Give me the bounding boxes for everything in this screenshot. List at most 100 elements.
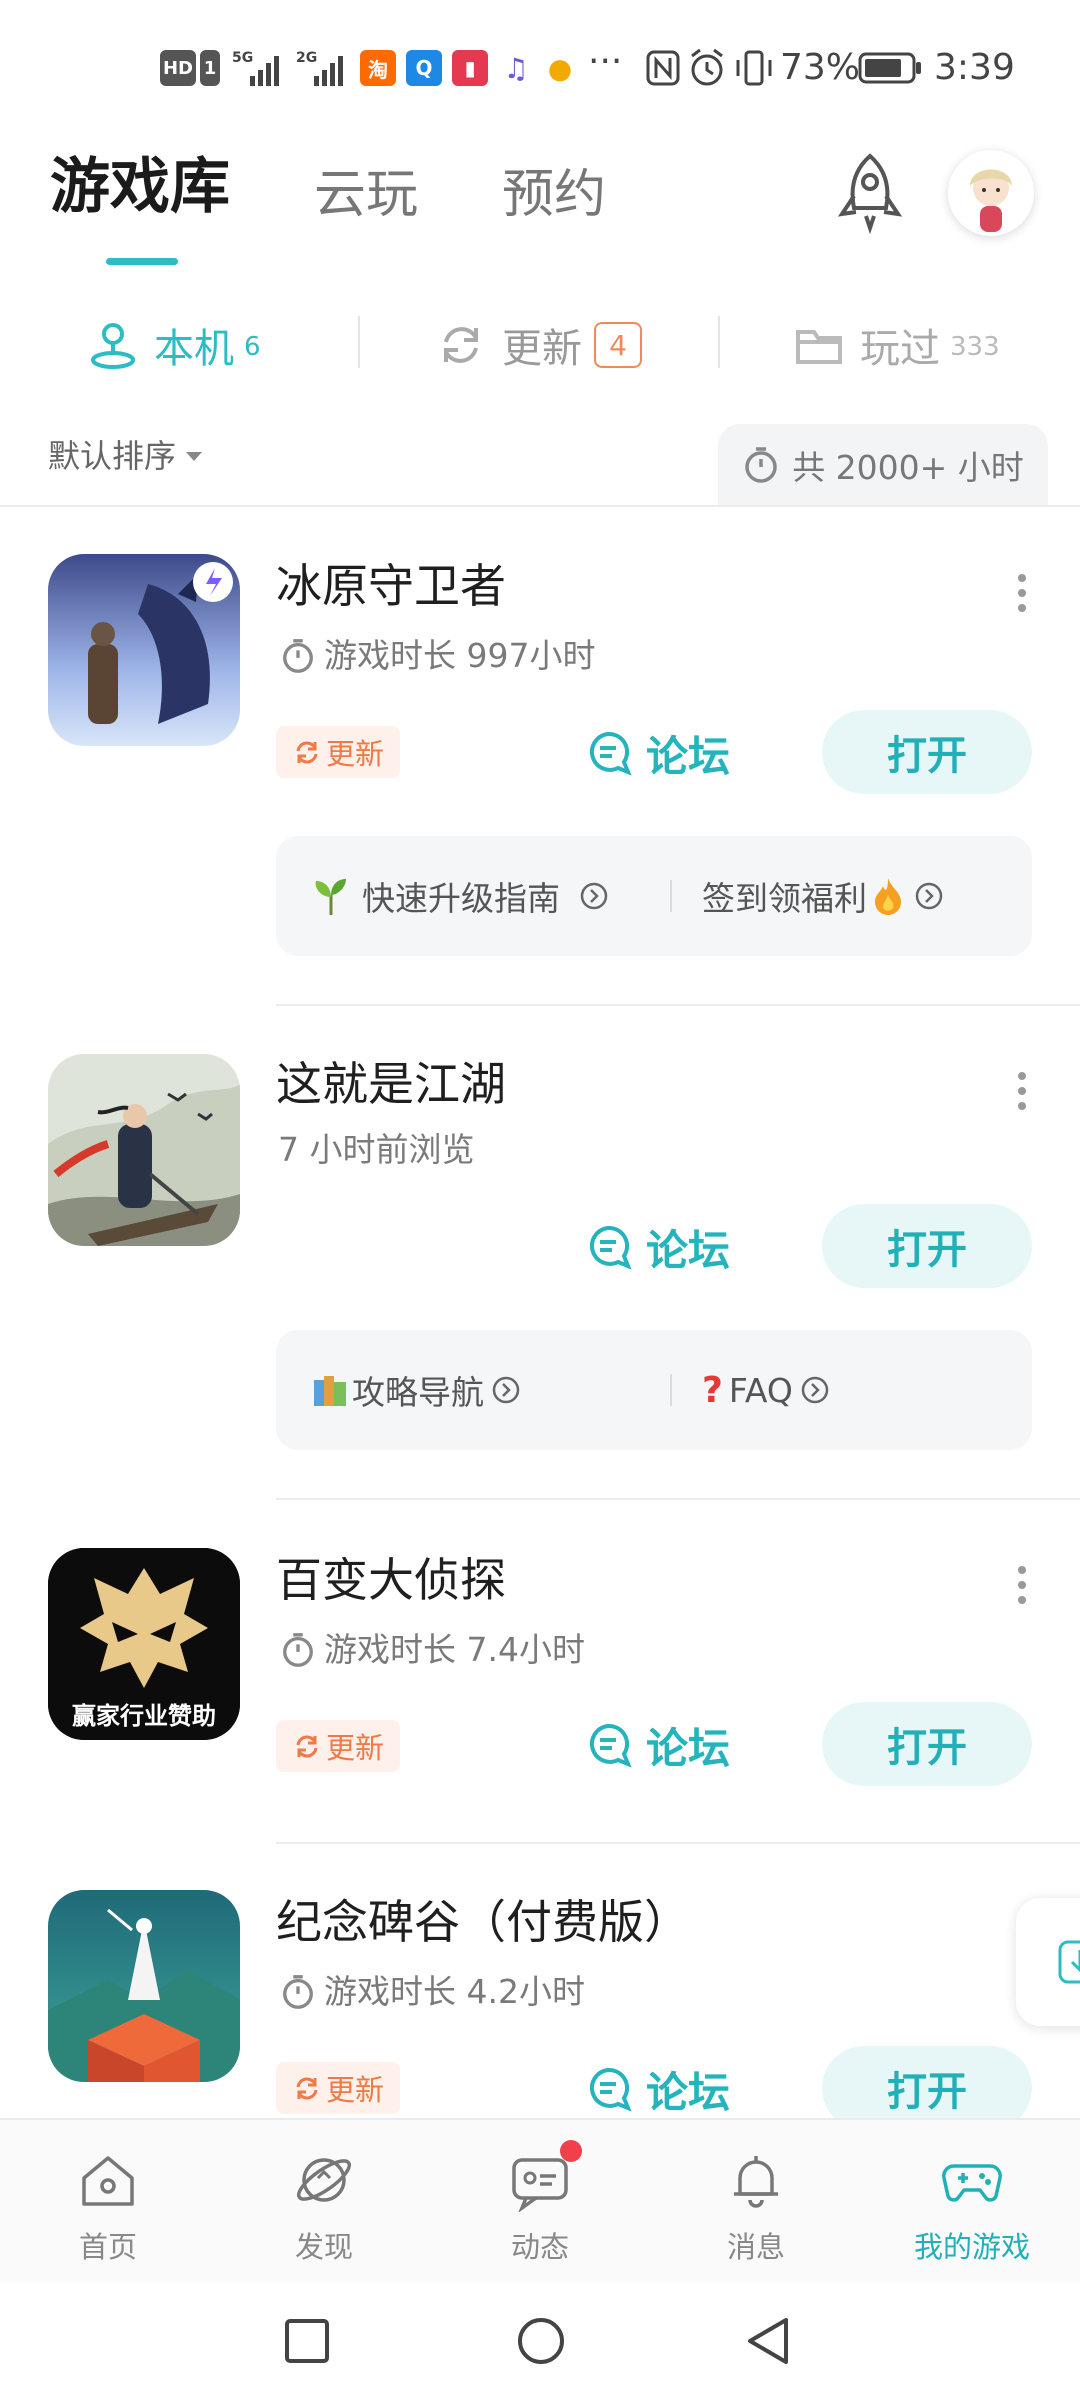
quick-link-faq[interactable]: ? FAQ — [702, 1330, 831, 1450]
game-name[interactable]: 百变大侦探 — [276, 1550, 506, 1610]
quick-link-strategy-label: 攻略导航 — [352, 1373, 484, 1412]
avatar[interactable] — [948, 150, 1034, 236]
subtab-played-count: 333 — [950, 332, 1000, 362]
floating-download-button[interactable] — [1016, 1898, 1080, 2026]
tab-reservation[interactable]: 预约 — [502, 160, 606, 230]
sort-dropdown[interactable]: 默认排序 — [48, 434, 206, 478]
game-playtime: 游戏时长 4.2小时 — [280, 1970, 585, 2014]
nav-feed-label: 动态 — [510, 2230, 569, 2264]
nav-home-label: 首页 — [78, 2230, 137, 2264]
rocket-icon[interactable] — [830, 150, 910, 234]
game-last-viewed-text: 7 小时前浏览 — [278, 1130, 475, 1169]
folder-icon — [796, 330, 842, 364]
bell-icon — [734, 2156, 778, 2208]
gamepad-icon — [942, 2164, 1002, 2202]
timer-icon — [745, 447, 777, 483]
chevron-circle-icon — [801, 1376, 829, 1404]
subtab-update[interactable]: 更新 4 — [434, 310, 642, 380]
back-icon[interactable] — [744, 2316, 792, 2366]
nav-discover[interactable]: 发现 — [216, 2120, 432, 2284]
nfc-icon — [646, 50, 680, 86]
forum-icon — [590, 731, 632, 776]
game-playtime: 游戏时长 997小时 — [280, 634, 595, 678]
total-playtime-text: 共 2000+ 小时 — [792, 448, 1024, 487]
quick-link-guide[interactable]: 快速升级指南 — [310, 836, 610, 956]
quick-links-bar: 快速升级指南 签到领福利 — [276, 836, 1032, 956]
question-icon: ? — [702, 1369, 723, 1411]
refresh-icon — [296, 1735, 318, 1758]
game-icon: ● — [542, 50, 578, 86]
home-button-icon[interactable] — [516, 2316, 566, 2366]
game-icon-monument-valley[interactable] — [48, 1890, 240, 2082]
nav-my-games[interactable]: 我的游戏 — [864, 2120, 1080, 2284]
open-button[interactable]: 打开 — [822, 710, 1032, 794]
game-name[interactable]: 纪念碑谷（付费版） — [276, 1892, 690, 1952]
more-options-icon[interactable] — [1012, 572, 1032, 614]
chevron-circle-icon — [915, 882, 943, 910]
refresh-icon — [296, 2077, 318, 2100]
open-button[interactable]: 打开 — [822, 1204, 1032, 1288]
sort-label: 默认排序 — [48, 437, 177, 475]
status-bar: HD 1 5G 2G 淘 Q ▮ ♫ ● ··· 73% 3:39 — [0, 0, 1080, 136]
game-name[interactable]: 冰原守卫者 — [276, 556, 506, 616]
quick-link-faq-label: FAQ — [728, 1370, 793, 1410]
recent-apps-icon[interactable] — [284, 2318, 330, 2364]
more-options-icon[interactable] — [1012, 1070, 1032, 1112]
music-icon: ♫ — [498, 50, 534, 86]
timer-icon — [283, 1633, 313, 1667]
quick-links-bar: 攻略导航 ? FAQ — [276, 1330, 1032, 1450]
game-icon-detective[interactable]: 赢家行业赞助 — [48, 1548, 240, 1740]
quick-link-signin-label: 签到领福利 — [702, 879, 867, 918]
game-icon-jianghu[interactable] — [48, 1054, 240, 1246]
subtab-local-count: 6 — [244, 332, 261, 362]
game-playtime-text: 游戏时长 4.2小时 — [324, 1972, 585, 2011]
forum-button[interactable]: 论坛 — [584, 2054, 730, 2124]
open-button[interactable]: 打开 — [822, 1702, 1032, 1786]
fire-icon — [875, 878, 901, 915]
subtab-update-label: 更新 — [502, 326, 582, 372]
tab-cloud-play[interactable]: 云玩 — [314, 160, 418, 230]
update-tag[interactable]: 更新 — [276, 1720, 400, 1772]
update-tag-label: 更新 — [325, 1731, 384, 1765]
quick-link-signin[interactable]: 签到领福利 — [702, 836, 945, 956]
more-options-icon[interactable] — [1012, 1564, 1032, 1606]
tab-game-library[interactable]: 游戏库 — [50, 152, 230, 222]
quick-link-guide-label: 快速升级指南 — [362, 879, 560, 918]
game-playtime-text: 游戏时长 7.4小时 — [324, 1630, 585, 1669]
forum-button[interactable]: 论坛 — [584, 718, 730, 788]
sim-icon: 1 — [200, 50, 220, 86]
nav-home[interactable]: 首页 — [0, 2120, 216, 2284]
timer-icon — [283, 639, 313, 673]
signal-2g-icon: 2G — [294, 48, 350, 88]
alarm-icon — [688, 48, 726, 88]
book-icon: ▮ — [452, 50, 488, 86]
nav-feed[interactable]: 动态 — [432, 2120, 648, 2284]
battery-icon — [858, 52, 922, 84]
home-icon — [82, 2156, 134, 2206]
subtab-played[interactable]: 玩过 333 — [794, 310, 1000, 380]
timer-icon — [283, 1975, 313, 2009]
nav-messages[interactable]: 消息 — [648, 2120, 864, 2284]
quick-link-strategy[interactable]: 攻略导航 — [310, 1330, 522, 1450]
forum-label: 论坛 — [646, 1723, 731, 1773]
subtab-local[interactable]: 本机 6 — [86, 310, 261, 380]
active-tab-indicator — [106, 258, 178, 265]
forum-button[interactable]: 论坛 — [584, 1710, 730, 1780]
subtab-played-label: 玩过 — [860, 326, 940, 372]
phone-icon — [91, 323, 135, 369]
icon-caption: 赢家行业赞助 — [72, 1702, 216, 1730]
update-tag[interactable]: 更新 — [276, 726, 400, 778]
battery-percent: 73% — [780, 47, 861, 88]
hd-icon: HD — [160, 50, 196, 86]
system-navigation-bar — [0, 2282, 1080, 2400]
net2-label: 2G — [296, 50, 317, 66]
forum-button[interactable]: 论坛 — [584, 1212, 730, 1282]
game-name[interactable]: 这就是江湖 — [276, 1054, 506, 1114]
forum-label: 论坛 — [646, 2067, 731, 2117]
forum-icon — [590, 1225, 632, 1270]
game-icon-binyuan[interactable] — [48, 554, 240, 746]
caret-down-icon — [186, 452, 203, 461]
books-icon — [314, 1376, 346, 1406]
update-tag-label: 更新 — [325, 737, 384, 771]
update-tag[interactable]: 更新 — [276, 2062, 400, 2114]
